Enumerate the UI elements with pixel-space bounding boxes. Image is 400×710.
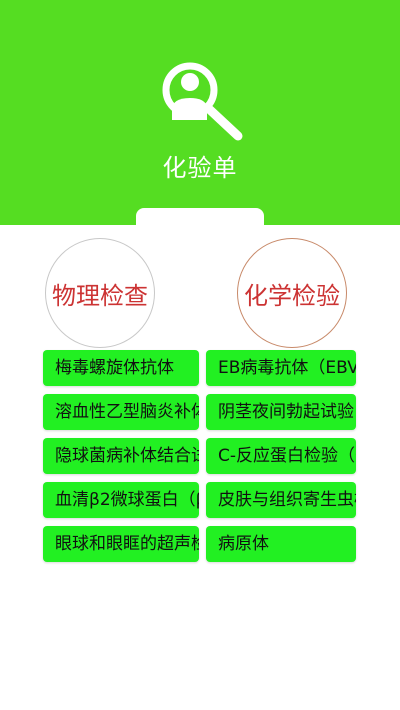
list-item[interactable]: EB病毒抗体（EBV）: [206, 350, 356, 386]
list-item[interactable]: 隐球菌病补体结合试验: [43, 438, 199, 474]
page-title: 化验单: [162, 154, 238, 182]
category-chemical-test-button[interactable]: 化学检验: [237, 238, 347, 348]
list-item[interactable]: 血清β2微球蛋白（β2-MG）: [43, 482, 199, 518]
chemical-test-list: EB病毒抗体（EBV） 阴茎夜间勃起试验 C-反应蛋白检验（CRP） 皮肤与组织…: [206, 350, 356, 570]
header-notch: [136, 208, 264, 225]
list-item[interactable]: 眼球和眼眶的超声检查: [43, 526, 199, 562]
physical-exam-list: 梅毒螺旋体抗体 溶血性乙型脑炎补体 隐球菌病补体结合试验 血清β2微球蛋白（β2…: [43, 350, 199, 570]
list-item[interactable]: 阴茎夜间勃起试验: [206, 394, 356, 430]
search-user-icon: [160, 60, 244, 144]
list-item[interactable]: C-反应蛋白检验（CRP）: [206, 438, 356, 474]
header-banner: 化验单: [0, 0, 400, 225]
list-item[interactable]: 皮肤与组织寄生虫检查: [206, 482, 356, 518]
category-physical-exam-button[interactable]: 物理检查: [45, 238, 155, 348]
list-item[interactable]: 病原体: [206, 526, 356, 562]
list-item[interactable]: 溶血性乙型脑炎补体: [43, 394, 199, 430]
list-item[interactable]: 梅毒螺旋体抗体: [43, 350, 199, 386]
